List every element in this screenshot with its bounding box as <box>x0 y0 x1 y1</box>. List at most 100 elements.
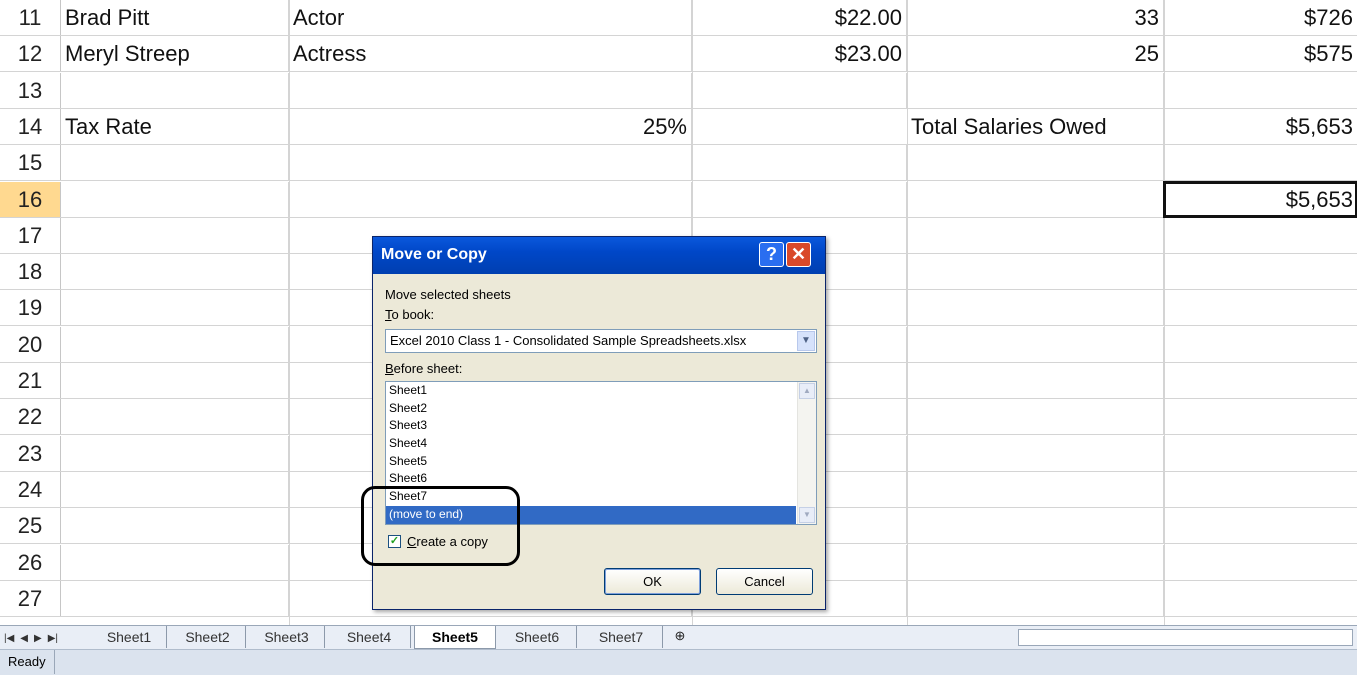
row-header[interactable]: 27 <box>0 580 61 616</box>
sheet-tab[interactable]: Sheet2 <box>170 626 246 648</box>
row-header[interactable]: 14 <box>0 108 61 144</box>
cell[interactable] <box>1164 508 1357 543</box>
cell[interactable] <box>907 471 1164 507</box>
cell[interactable] <box>61 435 289 471</box>
row-header[interactable]: 18 <box>0 254 61 290</box>
listbox-scrollbar[interactable]: ▲ ▼ <box>797 382 816 524</box>
chevron-down-icon[interactable]: ▼ <box>797 331 815 351</box>
cell[interactable]: Tax Rate <box>61 108 289 144</box>
cell[interactable] <box>907 181 1164 217</box>
cell[interactable] <box>61 72 289 108</box>
sheet-tab[interactable]: Sheet1 <box>92 626 167 648</box>
sheet-tab[interactable]: Sheet4 <box>328 626 411 648</box>
cell[interactable] <box>61 544 289 580</box>
insert-sheet-icon[interactable]: ⊕ <box>668 628 692 646</box>
cell[interactable]: $726 <box>1164 0 1357 35</box>
row-header[interactable]: 24 <box>0 471 61 507</box>
cell[interactable] <box>907 508 1164 544</box>
cell[interactable] <box>907 326 1164 362</box>
help-button[interactable]: ? <box>759 242 784 267</box>
cell[interactable]: $5,653 <box>1163 180 1357 218</box>
to-book-select[interactable]: Excel 2010 Class 1 - Consolidated Sample… <box>385 329 817 353</box>
cell[interactable]: 33 <box>907 0 1164 35</box>
row-header[interactable]: 17 <box>0 217 61 253</box>
row-header[interactable]: 12 <box>0 36 61 72</box>
row-header[interactable]: 22 <box>0 399 61 435</box>
cell[interactable] <box>692 181 907 217</box>
cell[interactable] <box>61 363 289 398</box>
before-sheet-option[interactable]: Sheet2 <box>386 400 796 418</box>
cell[interactable] <box>1164 327 1357 362</box>
cell[interactable]: 25 <box>907 36 1164 72</box>
cell[interactable] <box>61 580 289 616</box>
first-sheet-icon[interactable]: |◀ <box>4 633 14 644</box>
ok-button[interactable]: OK <box>604 568 701 595</box>
cell[interactable] <box>1164 363 1357 398</box>
cell[interactable] <box>692 145 907 181</box>
cell[interactable] <box>907 254 1164 290</box>
cell[interactable] <box>1164 145 1357 180</box>
cell[interactable] <box>1164 73 1357 108</box>
prev-sheet-icon[interactable]: ◀ <box>20 633 28 644</box>
cell[interactable] <box>1164 399 1357 434</box>
cell[interactable] <box>907 580 1164 616</box>
cell[interactable]: $23.00 <box>692 36 907 72</box>
cell[interactable] <box>61 181 289 217</box>
cell[interactable] <box>289 72 692 108</box>
row-header[interactable]: 26 <box>0 544 61 580</box>
before-sheet-option[interactable]: Sheet1 <box>386 382 796 400</box>
before-sheet-option[interactable]: Sheet3 <box>386 417 796 435</box>
cell[interactable] <box>907 399 1164 435</box>
cancel-button[interactable]: Cancel <box>716 568 813 595</box>
cell[interactable] <box>61 145 289 181</box>
cell[interactable] <box>1164 254 1357 289</box>
next-sheet-icon[interactable]: ▶ <box>34 633 42 644</box>
cell[interactable] <box>907 544 1164 580</box>
cell[interactable]: 25% <box>289 108 692 144</box>
row-header[interactable]: 25 <box>0 508 61 544</box>
cell[interactable] <box>907 145 1164 181</box>
cell[interactable] <box>1164 436 1357 471</box>
dialog-titlebar[interactable]: Move or Copy ? ✕ <box>373 237 825 274</box>
cell[interactable]: Brad Pitt <box>61 0 289 35</box>
cell[interactable] <box>61 254 289 290</box>
cell[interactable] <box>907 217 1164 253</box>
cell[interactable] <box>1164 290 1357 325</box>
cell[interactable] <box>1164 472 1357 507</box>
cell[interactable] <box>907 435 1164 471</box>
cell[interactable] <box>61 508 289 544</box>
row-header[interactable]: 23 <box>0 435 61 471</box>
row-header[interactable]: 19 <box>0 290 61 326</box>
cell[interactable]: Total Salaries Owed <box>907 108 1164 144</box>
cell[interactable]: Meryl Streep <box>61 36 289 72</box>
row-header[interactable]: 16 <box>0 181 61 217</box>
cell[interactable] <box>61 399 289 435</box>
before-sheet-option[interactable]: Sheet4 <box>386 435 796 453</box>
cell[interactable] <box>289 181 692 217</box>
cell[interactable] <box>61 326 289 362</box>
row-header[interactable]: 15 <box>0 145 61 181</box>
cell[interactable]: Actress <box>289 36 692 72</box>
cell[interactable] <box>61 290 289 326</box>
cell[interactable] <box>61 217 289 253</box>
row-header[interactable]: 13 <box>0 72 61 108</box>
row-header[interactable]: 20 <box>0 326 61 362</box>
cell[interactable] <box>907 72 1164 108</box>
sheet-tab[interactable]: Sheet6 <box>498 626 577 648</box>
sheet-tab[interactable]: Sheet5 <box>414 626 496 649</box>
cell[interactable]: Actor <box>289 0 692 35</box>
before-sheet-option[interactable]: Sheet5 <box>386 453 796 471</box>
scroll-up-icon[interactable]: ▲ <box>799 383 815 399</box>
sheet-tab[interactable]: Sheet7 <box>580 626 663 648</box>
last-sheet-icon[interactable]: ▶| <box>48 633 58 644</box>
cell[interactable] <box>907 290 1164 326</box>
cell[interactable]: $575 <box>1164 36 1357 71</box>
row-header[interactable]: 21 <box>0 363 61 398</box>
sheet-tab[interactable]: Sheet3 <box>249 626 325 648</box>
horizontal-scrollbar[interactable] <box>1018 629 1353 646</box>
cell[interactable] <box>1164 581 1357 616</box>
cell[interactable] <box>289 145 692 181</box>
cell[interactable]: $5,653 <box>1164 109 1357 144</box>
cell[interactable] <box>1164 218 1357 253</box>
cell[interactable]: $22.00 <box>692 0 907 35</box>
